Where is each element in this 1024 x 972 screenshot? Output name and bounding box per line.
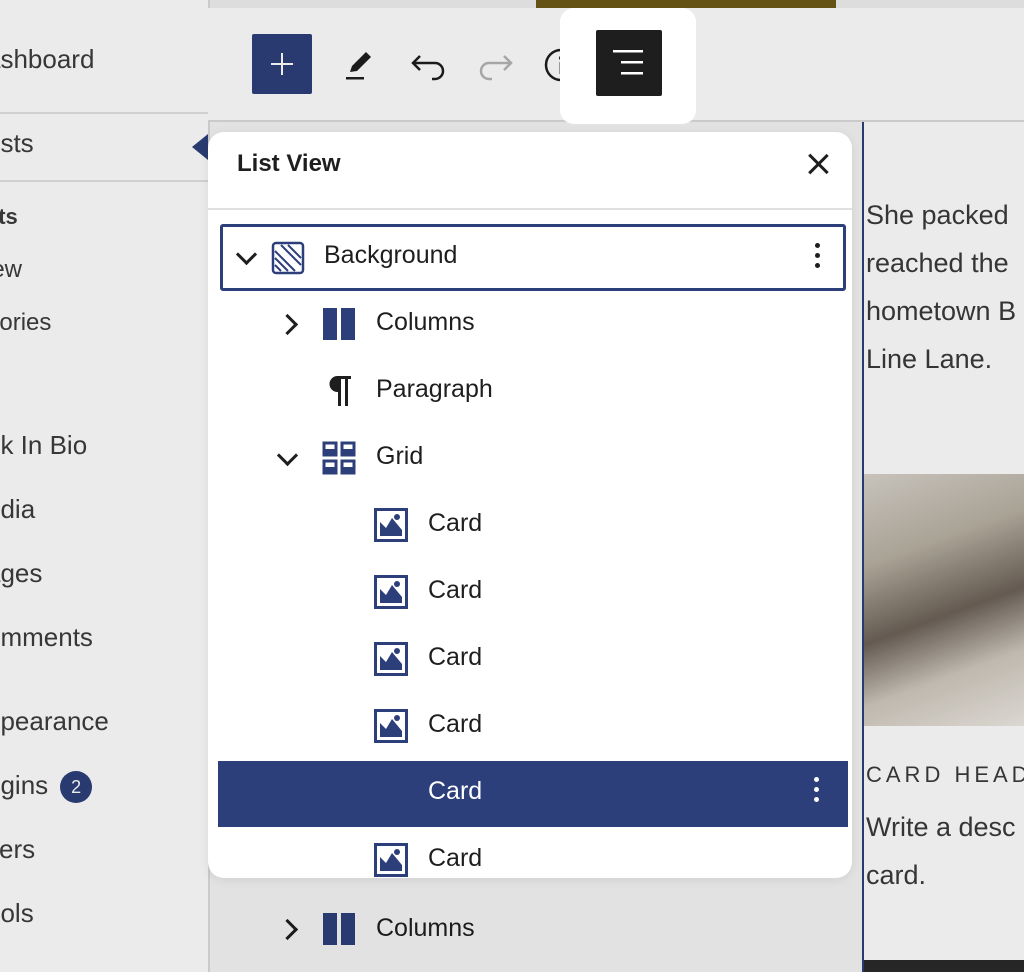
- list-view-row-label: Card: [428, 777, 483, 805]
- list-view-header: List View: [208, 132, 852, 210]
- list-view-row-paragraph[interactable]: Paragraph: [220, 359, 846, 423]
- chevron-down-icon[interactable]: [235, 243, 258, 266]
- more-options-icon[interactable]: [814, 777, 820, 807]
- image-icon: [374, 575, 408, 609]
- list-view-panel: List View Background Columns Paragraph G…: [208, 132, 852, 878]
- image-icon: [374, 508, 408, 542]
- list-view-row-label: Paragraph: [376, 375, 493, 403]
- list-view-row-background[interactable]: Background: [220, 224, 846, 291]
- list-view-title: List View: [237, 150, 341, 177]
- more-options-icon[interactable]: [815, 243, 821, 273]
- image-icon: [374, 843, 408, 877]
- list-view-row-card[interactable]: Card: [220, 828, 846, 878]
- list-view-row-columns[interactable]: Columns: [220, 292, 846, 356]
- list-view-row-label: Card: [428, 710, 483, 738]
- grid-icon: [322, 441, 356, 475]
- close-icon[interactable]: [804, 150, 832, 178]
- chevron-right-icon[interactable]: [276, 313, 299, 336]
- list-view-toggle-button[interactable]: [596, 30, 662, 96]
- list-view-row-card-selected[interactable]: Card: [218, 761, 848, 827]
- list-view-row-label: Card: [428, 643, 483, 671]
- image-icon: [374, 642, 408, 676]
- cover-icon: [271, 241, 305, 275]
- list-view-row-label: Card: [428, 576, 483, 604]
- list-view-row-card[interactable]: Card: [220, 694, 846, 758]
- list-view-row-card[interactable]: Card: [220, 627, 846, 691]
- list-view-row-card[interactable]: Card: [220, 560, 846, 624]
- columns-icon: [323, 308, 355, 340]
- list-view-row-label: Card: [428, 844, 483, 872]
- chevron-down-icon[interactable]: [276, 444, 299, 467]
- paragraph-icon: [329, 376, 351, 406]
- list-view-icon: [613, 50, 643, 75]
- list-view-row-label: Grid: [376, 442, 424, 470]
- list-view-row-card[interactable]: Card: [220, 493, 846, 557]
- list-view-row-label: Columns: [376, 308, 475, 336]
- list-view-row-label: Card: [428, 509, 483, 537]
- image-icon: [374, 709, 408, 743]
- list-view-row-grid[interactable]: Grid: [220, 426, 846, 490]
- list-view-row-label: Background: [324, 241, 458, 269]
